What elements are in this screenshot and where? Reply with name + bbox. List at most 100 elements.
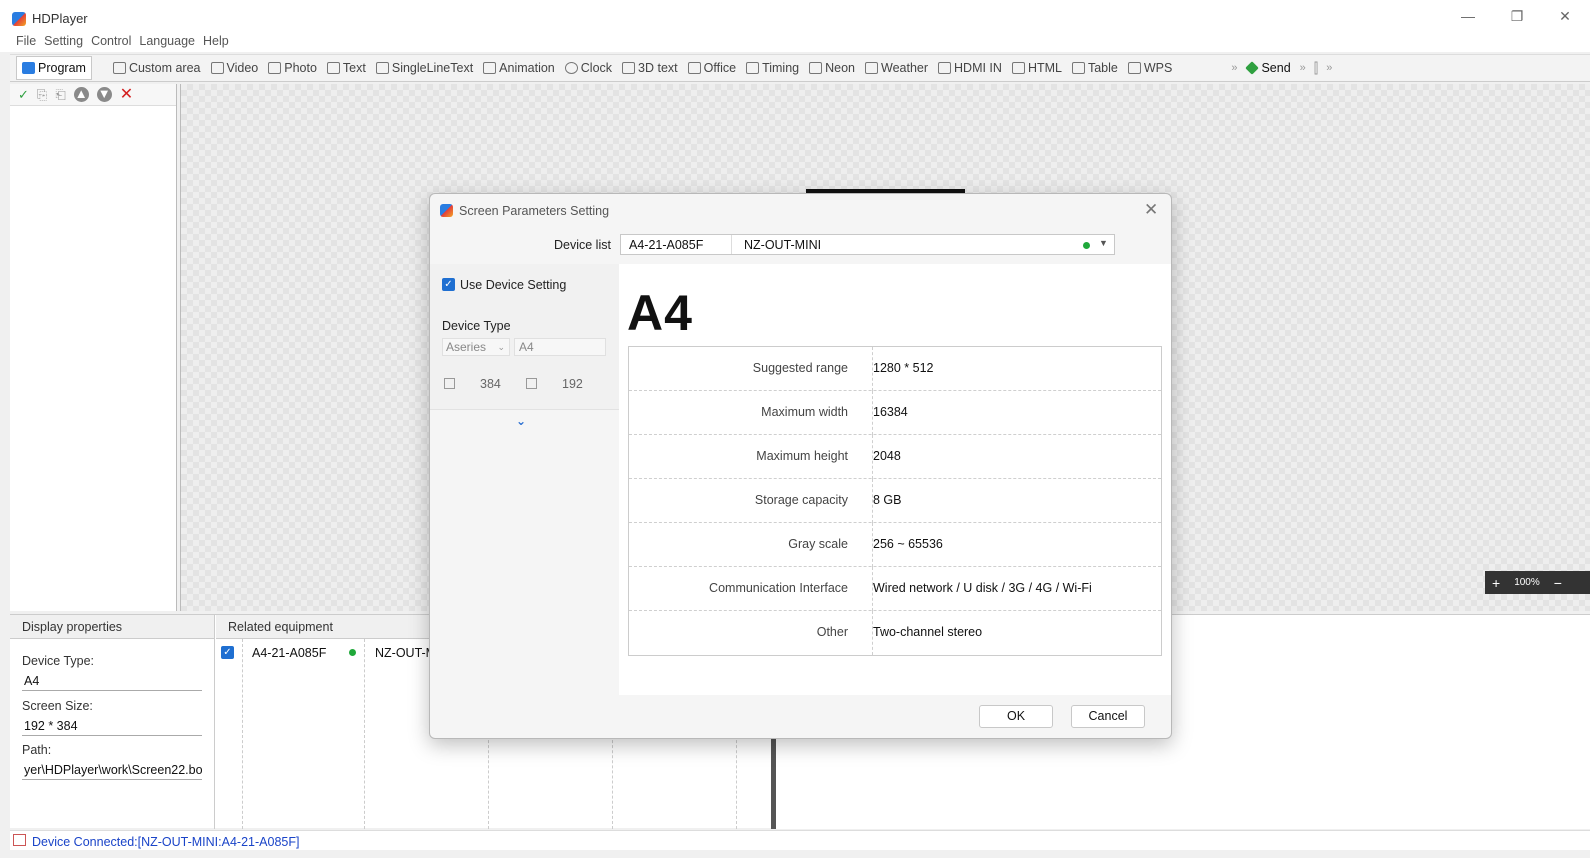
device-type-field[interactable]: A4 <box>22 673 202 691</box>
weather-button[interactable]: Weather <box>860 56 933 80</box>
dialog-close-icon[interactable]: ✕ <box>1144 200 1158 220</box>
toolbar: Program Custom area Video Photo Text Sin… <box>10 54 1590 82</box>
window-title: HDPlayer <box>32 11 88 26</box>
use-device-setting-label: Use Device Setting <box>460 278 567 292</box>
device-list-select[interactable]: A4-21-A085F NZ-OUT-MINI ▼ <box>620 234 1115 255</box>
zoom-in-button[interactable]: + <box>1485 575 1507 591</box>
send-icon <box>1245 61 1260 75</box>
timing-icon <box>746 62 760 74</box>
grid-column <box>243 639 365 829</box>
animation-icon <box>483 62 497 74</box>
table-row: Gray scale 256 ~ 65536 <box>629 523 1161 567</box>
device-list-name: NZ-OUT-MINI <box>744 238 822 252</box>
menu-bar: File Setting Control Language Help <box>0 34 1590 52</box>
online-status-dot <box>349 649 356 656</box>
path-field[interactable]: yer\HDPlayer\work\Screen22.boo <box>22 762 202 780</box>
chevron-down-icon[interactable]: ▼ <box>1099 238 1108 248</box>
cancel-button[interactable]: Cancel <box>1071 705 1145 728</box>
ok-button[interactable]: OK <box>979 705 1053 728</box>
toolbar-overflow-button-2[interactable]: » <box>1296 62 1310 74</box>
toolbar-overflow-button[interactable]: » <box>1227 62 1241 74</box>
expand-chevron-icon[interactable]: ⌄ <box>516 414 526 428</box>
menu-control[interactable]: Control <box>91 34 131 52</box>
title-bar: HDPlayer — ❐ ✕ <box>0 0 1590 36</box>
chevron-down-icon: ⌄ <box>497 342 505 352</box>
delete-icon[interactable]: ✕ <box>120 86 133 102</box>
screen-parameters-dialog: Screen Parameters Setting ✕ Device list … <box>429 193 1172 739</box>
table-icon <box>1071 62 1085 74</box>
zoom-out-button[interactable]: − <box>1547 575 1569 591</box>
pin-icon[interactable]: ⫿ <box>1310 60 1322 77</box>
3d-text-button[interactable]: 3D text <box>617 56 683 80</box>
minimize-button[interactable]: — <box>1453 8 1483 24</box>
series-select[interactable]: Aseries ⌄ <box>442 338 510 356</box>
screen-size-field[interactable]: 192 * 384 <box>22 718 202 736</box>
text-icon <box>326 62 340 74</box>
program-button[interactable]: Program <box>16 56 92 80</box>
dialog-app-icon <box>440 204 453 217</box>
single-line-text-button[interactable]: SingleLineText <box>371 56 478 80</box>
path-label: Path: <box>22 743 52 757</box>
video-button[interactable]: Video <box>206 56 264 80</box>
restore-button[interactable]: ❐ <box>1502 8 1532 25</box>
animation-button[interactable]: Animation <box>478 56 560 80</box>
table-row: Storage capacity 8 GB <box>629 479 1161 523</box>
hdmi-in-button[interactable]: HDMI IN <box>933 56 1007 80</box>
clock-button[interactable]: Clock <box>560 56 617 80</box>
table-row: Other Two-channel stereo <box>629 611 1161 655</box>
equipment-row-name: NZ-OUT-M <box>375 646 437 660</box>
custom-area-button[interactable]: Custom area <box>108 56 206 80</box>
timing-button[interactable]: Timing <box>741 56 804 80</box>
status-text: Device Connected:[NZ-OUT-MINI:A4-21-A085… <box>32 835 300 849</box>
width-icon <box>444 378 455 389</box>
menu-language[interactable]: Language <box>139 34 195 52</box>
divider <box>731 235 732 254</box>
model-field[interactable]: A4 <box>514 338 606 356</box>
photo-icon <box>268 62 282 74</box>
send-button[interactable]: Send <box>1241 56 1295 80</box>
wps-button[interactable]: WPS <box>1123 56 1177 80</box>
device-list-id: A4-21-A085F <box>629 238 704 252</box>
table-row: Communication Interface Wired network / U… <box>629 567 1161 611</box>
equipment-row-checkbox[interactable]: ✓ <box>221 646 234 659</box>
neon-button[interactable]: Neon <box>804 56 860 80</box>
device-list-label: Device list <box>554 238 611 252</box>
menu-help[interactable]: Help <box>203 34 229 52</box>
custom-area-icon <box>112 62 126 74</box>
use-device-setting-checkbox[interactable]: ✓ <box>442 278 455 291</box>
device-type-label: Device Type: <box>22 654 95 668</box>
copy-icon[interactable]: ⎘ <box>37 87 47 102</box>
menu-file[interactable]: File <box>16 34 36 52</box>
hdmi-icon <box>938 62 952 74</box>
online-status-dot <box>1083 242 1090 249</box>
dialog-title: Screen Parameters Setting <box>459 204 610 218</box>
display-properties-title: Display properties <box>10 615 214 639</box>
paste-icon[interactable]: ⎗ <box>55 87 65 102</box>
app-logo-icon <box>12 12 26 26</box>
menu-setting[interactable]: Setting <box>44 34 83 52</box>
move-down-icon[interactable]: ▼ <box>96 87 112 102</box>
grid-column <box>216 639 243 829</box>
status-bar: Device Connected:[NZ-OUT-MINI:A4-21-A085… <box>10 830 1590 850</box>
device-type-label: Device Type <box>442 319 511 333</box>
screen-size-label: Screen Size: <box>22 699 93 713</box>
move-up-icon[interactable]: ▲ <box>73 87 89 102</box>
program-list-panel: ✓ ⎘ ⎗ ▲ ▼ ✕ <box>10 84 177 611</box>
toolbar-overflow-button-3[interactable]: » <box>1322 62 1336 74</box>
single-line-text-icon <box>375 62 389 74</box>
office-icon <box>687 62 701 74</box>
office-button[interactable]: Office <box>683 56 741 80</box>
check-icon[interactable]: ✓ <box>18 87 29 102</box>
height-value: 192 <box>562 377 583 391</box>
zoom-level: 100% <box>1514 577 1540 588</box>
display-properties-panel: Display properties Device Type: A4 Scree… <box>10 615 215 829</box>
table-row: Maximum height 2048 <box>629 435 1161 479</box>
close-window-button[interactable]: ✕ <box>1550 8 1580 25</box>
height-icon <box>526 378 537 389</box>
text-button[interactable]: Text <box>322 56 371 80</box>
photo-button[interactable]: Photo <box>263 56 322 80</box>
html-button[interactable]: HTML <box>1007 56 1067 80</box>
table-button[interactable]: Table <box>1067 56 1123 80</box>
device-status-icon <box>13 834 26 846</box>
html-icon <box>1011 62 1025 74</box>
